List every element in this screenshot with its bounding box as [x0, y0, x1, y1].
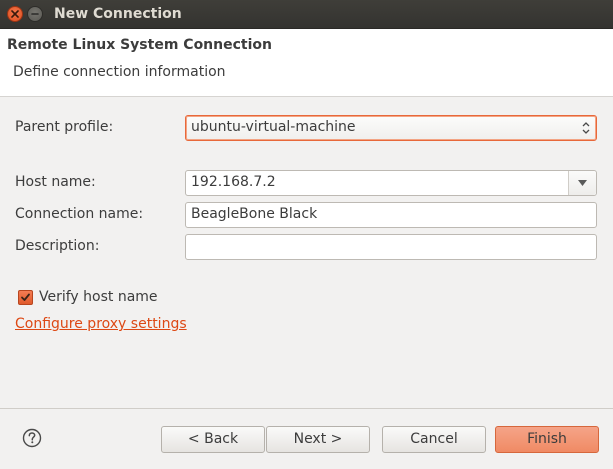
finish-button[interactable]: Finish	[495, 426, 599, 453]
updown-arrows-icon	[582, 122, 590, 134]
host-name-dropdown-button[interactable]	[568, 171, 596, 195]
host-name-combo[interactable]: 192.168.7.2	[185, 170, 597, 196]
wizard-page-title: Remote Linux System Connection	[7, 37, 272, 53]
parent-profile-value: ubuntu-virtual-machine	[191, 119, 356, 135]
next-button[interactable]: Next >	[266, 426, 370, 453]
new-connection-dialog: New Connection Remote Linux System Conne…	[0, 0, 613, 469]
window-title: New Connection	[54, 6, 182, 22]
wizard-header: Remote Linux System Connection Define co…	[0, 29, 613, 97]
description-label: Description:	[15, 238, 100, 254]
host-name-value: 192.168.7.2	[191, 174, 276, 190]
minimize-icon	[31, 13, 39, 15]
back-button[interactable]: < Back	[161, 426, 265, 453]
close-button[interactable]	[7, 6, 23, 22]
host-name-label: Host name:	[15, 174, 96, 190]
close-icon	[11, 10, 19, 18]
verify-host-label[interactable]: Verify host name	[39, 289, 158, 305]
chevron-down-icon	[578, 180, 587, 186]
title-bar: New Connection	[0, 0, 613, 29]
configure-proxy-link[interactable]: Configure proxy settings	[15, 316, 187, 332]
wizard-page-description: Define connection information	[13, 64, 226, 80]
description-input[interactable]	[185, 234, 597, 260]
connection-name-input[interactable]: BeagleBone Black	[185, 202, 597, 228]
verify-host-checkbox[interactable]	[18, 290, 33, 305]
minimize-button[interactable]	[27, 6, 43, 22]
parent-profile-select[interactable]: ubuntu-virtual-machine	[185, 115, 597, 141]
checkmark-icon	[21, 293, 30, 301]
connection-name-label: Connection name:	[15, 206, 144, 222]
connection-name-value: BeagleBone Black	[191, 206, 318, 222]
cancel-button[interactable]: Cancel	[382, 426, 486, 453]
button-bar-separator	[0, 408, 613, 409]
parent-profile-label: Parent profile:	[15, 119, 114, 135]
help-icon[interactable]	[22, 428, 42, 448]
